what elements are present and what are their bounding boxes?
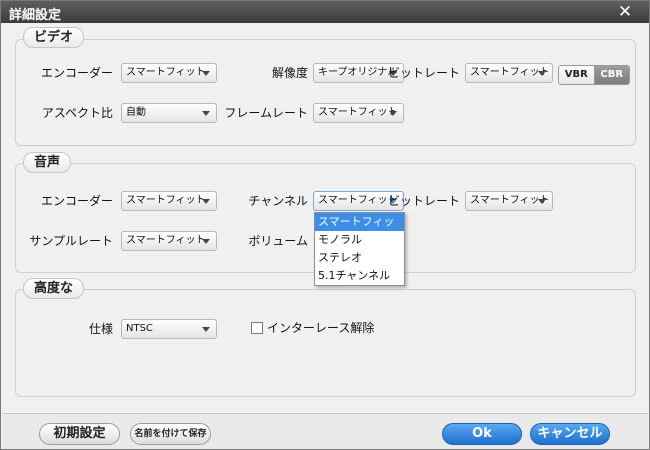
- audio-bitrate-select[interactable]: スマートフィット: [465, 191, 553, 211]
- audio-group-legend: 音声: [23, 152, 72, 173]
- deinterlace-label: インターレース解除: [267, 321, 375, 335]
- spec-select[interactable]: NTSC: [121, 319, 217, 339]
- chevron-down-icon: [538, 71, 546, 76]
- deinterlace-checkbox[interactable]: [251, 322, 263, 334]
- chevron-down-icon: [202, 327, 210, 332]
- channel-option-smartfit[interactable]: スマートフィッ: [315, 213, 404, 231]
- video-group: [15, 39, 636, 146]
- bitrate-mode-toggle: VBR CBR: [558, 65, 630, 85]
- cbr-option[interactable]: CBR: [594, 66, 629, 84]
- channel-option-5-1[interactable]: 5.1チャンネル: [315, 267, 404, 285]
- channel-option-stereo[interactable]: ステレオ: [315, 249, 404, 267]
- defaults-button[interactable]: 初期設定: [39, 423, 120, 445]
- advanced-group-legend: 高度な: [23, 278, 85, 299]
- frame-rate-select[interactable]: スマートフィット: [313, 103, 404, 123]
- volume-label: ボリューム: [248, 234, 308, 248]
- ok-button[interactable]: Ok: [442, 423, 522, 445]
- title-bar: 詳細設定 ✕: [1, 1, 649, 23]
- sample-rate-select[interactable]: スマートフィット: [121, 231, 217, 251]
- chevron-down-icon: [202, 199, 210, 204]
- audio-encoder-label: エンコーダー: [40, 194, 113, 208]
- audio-encoder-select[interactable]: スマートフィット: [121, 191, 217, 211]
- spec-value: NTSC: [126, 323, 153, 334]
- resolution-label: 解像度: [271, 66, 308, 80]
- window-title: 詳細設定: [9, 8, 62, 23]
- chevron-down-icon: [538, 199, 546, 204]
- video-encoder-select[interactable]: スマートフィット: [121, 63, 217, 83]
- audio-bitrate-label: ビットレート: [387, 194, 460, 208]
- video-group-legend: ビデオ: [23, 27, 85, 48]
- settings-dialog: 詳細設定 ✕ ビデオ エンコーダー スマートフィット 解像度 キープオリジナル …: [0, 0, 650, 450]
- spec-label: 仕様: [88, 322, 113, 336]
- chevron-down-icon: [389, 111, 397, 116]
- video-encoder-label: エンコーダー: [40, 66, 113, 80]
- sample-rate-value: スマートフィット: [126, 235, 206, 246]
- chevron-down-icon: [202, 71, 210, 76]
- channel-dropdown-list: スマートフィッ モノラル ステレオ 5.1チャンネル: [314, 212, 405, 286]
- channel-value: スマートフィット: [318, 195, 398, 206]
- sample-rate-label: サンプルレート: [29, 234, 113, 248]
- frame-rate-label: フレームレート: [224, 106, 308, 120]
- save-as-button[interactable]: 名前を付けて保存: [130, 423, 211, 445]
- aspect-ratio-select[interactable]: 自動: [121, 103, 217, 123]
- vbr-option[interactable]: VBR: [559, 66, 595, 84]
- channel-option-mono[interactable]: モノラル: [315, 231, 404, 249]
- close-button[interactable]: ✕: [615, 1, 635, 23]
- video-encoder-value: スマートフィット: [126, 67, 206, 78]
- aspect-ratio-label: アスペクト比: [41, 106, 113, 120]
- chevron-down-icon: [202, 239, 210, 244]
- aspect-ratio-value: 自動: [126, 107, 146, 118]
- resolution-value: キープオリジナル: [318, 67, 398, 78]
- audio-encoder-value: スマートフィット: [126, 195, 206, 206]
- advanced-group: [15, 289, 636, 397]
- frame-rate-value: スマートフィット: [318, 107, 398, 118]
- video-bitrate-label: ビットレート: [387, 66, 460, 80]
- chevron-down-icon: [202, 111, 210, 116]
- video-bitrate-select[interactable]: スマートフィット: [465, 63, 553, 83]
- channel-label: チャンネル: [248, 194, 308, 208]
- cancel-button[interactable]: キャンセル: [530, 423, 610, 445]
